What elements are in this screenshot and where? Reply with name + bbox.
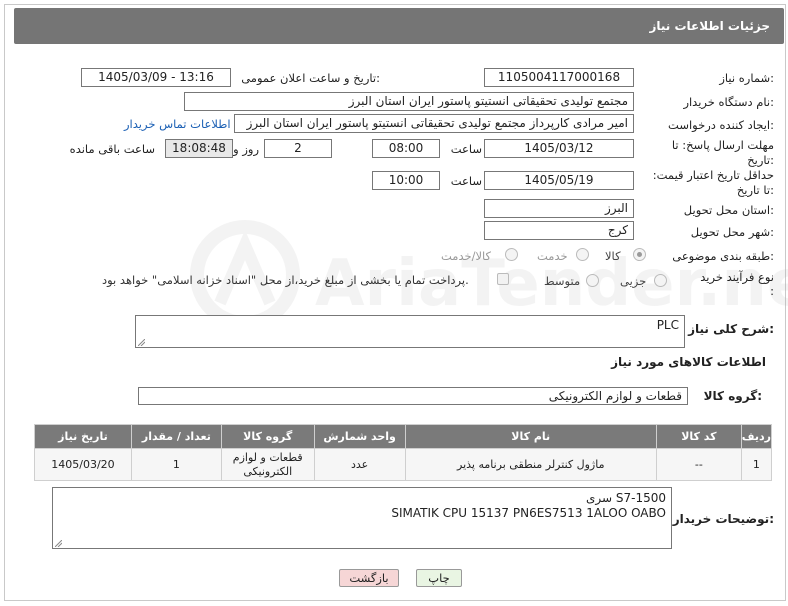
col-quantity: تعداد / مقدار bbox=[130, 424, 222, 449]
process-medium-label: متوسط bbox=[544, 274, 581, 288]
category-label: طبقه بندی موضوعی: bbox=[672, 249, 774, 263]
cell-quantity: 1 bbox=[130, 448, 222, 481]
col-unit: واحد شمارش bbox=[313, 424, 406, 449]
header-bar: جزئیات اطلاعات نیاز bbox=[14, 8, 784, 44]
province-field: البرز bbox=[484, 199, 634, 218]
days-word: روز و bbox=[233, 142, 259, 156]
goods-group-label: گروه کالا: bbox=[703, 389, 762, 403]
goods-table: ردیف کد کالا نام کالا واحد شمارش گروه کا… bbox=[34, 424, 773, 481]
col-code: کد کالا bbox=[655, 424, 742, 449]
days-remaining-field: 2 bbox=[264, 139, 332, 158]
description-label: شرح کلی نیاز: bbox=[688, 322, 774, 336]
process-minor-radio[interactable] bbox=[654, 274, 667, 287]
cell-row: 1 bbox=[740, 448, 773, 481]
category-goods-label: کالا bbox=[605, 249, 621, 263]
city-label: شهر محل تحویل: bbox=[690, 225, 774, 239]
validity-label: حداقل تاریخ اعتبار قیمت: تا تاریخ: bbox=[652, 168, 774, 197]
col-group: گروه کالا bbox=[220, 424, 315, 449]
resize-grip-icon bbox=[138, 339, 145, 346]
print-button[interactable]: چاپ bbox=[416, 569, 462, 587]
goods-table-header: ردیف کد کالا نام کالا واحد شمارش گروه کا… bbox=[34, 424, 773, 449]
deadline-time-field: 08:00 bbox=[372, 139, 440, 158]
buyer-notes-line2: SIMATIK CPU 15137 PN6ES7513 1ALOO OABO bbox=[391, 506, 666, 520]
announce-datetime-field: 1405/03/09 - 13:16 bbox=[81, 68, 231, 87]
remaining-time-label: ساعت باقی مانده bbox=[69, 142, 155, 156]
col-row: ردیف bbox=[740, 424, 773, 449]
cell-name: ماژول کنترلر منطقی برنامه پذیر bbox=[404, 448, 657, 481]
province-label: استان محل تحویل: bbox=[683, 203, 774, 217]
cell-group: قطعات و لوازم الکترونیکی bbox=[220, 448, 315, 481]
resize-grip-icon bbox=[55, 540, 62, 547]
validity-time-field: 10:00 bbox=[372, 171, 440, 190]
goods-section-title: اطلاعات کالاهای مورد نیاز bbox=[611, 355, 766, 369]
description-text: PLC bbox=[656, 318, 679, 332]
process-medium-radio[interactable] bbox=[586, 274, 599, 287]
validity-date-field: 1405/05/19 bbox=[484, 171, 634, 190]
process-minor-label: جزیی bbox=[620, 274, 647, 288]
back-button[interactable]: بازگشت bbox=[339, 569, 399, 587]
need-number-field: 1105004117000168 bbox=[484, 68, 634, 87]
table-row: 1 -- ماژول کنترلر منطقی برنامه پذیر عدد … bbox=[34, 448, 773, 481]
buyer-org-field: مجتمع تولیدی تحقیقاتی انستیتو پاستور ایر… bbox=[184, 92, 634, 111]
description-textarea[interactable]: PLC bbox=[135, 315, 685, 348]
buyer-org-label: نام دستگاه خریدار: bbox=[683, 95, 774, 109]
col-name: نام کالا bbox=[404, 424, 657, 449]
treasury-bonds-checkbox[interactable] bbox=[497, 273, 509, 285]
process-label: نوع فرآیند خرید : bbox=[700, 270, 774, 298]
treasury-bonds-note: پرداخت تمام یا بخشی از مبلغ خرید،از محل … bbox=[102, 273, 469, 287]
category-both-radio[interactable] bbox=[505, 248, 518, 261]
deadline-time-word: ساعت bbox=[450, 142, 482, 156]
buyer-notes-label: توضیحات خریدار: bbox=[672, 512, 774, 526]
col-need-date: تاریخ نیاز bbox=[34, 424, 132, 449]
page-title: جزئیات اطلاعات نیاز bbox=[649, 19, 770, 33]
need-number-label: شماره نیاز: bbox=[719, 71, 774, 85]
cell-code: -- bbox=[655, 448, 742, 481]
deadline-label: مهلت ارسال پاسخ: تا تاریخ: bbox=[671, 138, 774, 167]
category-service-radio[interactable] bbox=[576, 248, 589, 261]
category-goods-radio[interactable] bbox=[633, 248, 646, 261]
buyer-contact-link[interactable]: اطلاعات تماس خریدار bbox=[124, 117, 231, 131]
city-field: کرج bbox=[484, 221, 634, 240]
requester-label: ایجاد کننده درخواست: bbox=[668, 118, 774, 132]
goods-group-field: قطعات و لوازم الکترونیکی bbox=[138, 387, 688, 405]
requester-field: امیر مرادی کارپرداز مجتمع تولیدی تحقیقات… bbox=[234, 114, 634, 133]
validity-time-word: ساعت bbox=[450, 174, 482, 188]
remaining-time-field: 18:08:48 bbox=[165, 139, 233, 158]
cell-need-date: 1405/03/20 bbox=[34, 448, 132, 481]
category-service-label: خدمت bbox=[537, 249, 568, 263]
deadline-date-field: 1405/03/12 bbox=[484, 139, 634, 158]
category-both-label: کالا/خدمت bbox=[441, 249, 492, 263]
cell-unit: عدد bbox=[313, 448, 406, 481]
buyer-notes-line1: سری S7-1500 bbox=[585, 491, 666, 505]
announce-label: تاریخ و ساعت اعلان عمومی: bbox=[241, 71, 380, 85]
buyer-notes-textarea[interactable]: سری S7-1500 SIMATIK CPU 15137 PN6ES7513 … bbox=[52, 487, 672, 549]
